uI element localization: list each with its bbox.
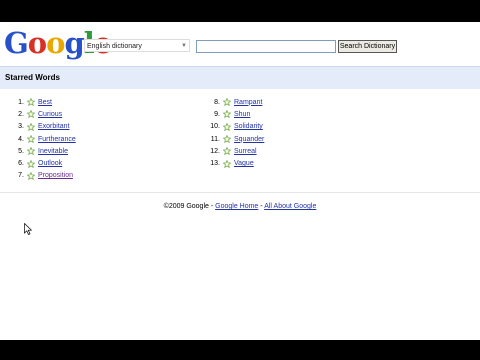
starred-word-item: 11. Squander [204, 133, 264, 145]
word-number: 5. [18, 147, 24, 155]
section-title: Starred Words [5, 73, 60, 82]
dictionary-language-select[interactable]: English dictionary ▼ [84, 39, 190, 52]
word-number: 7. [18, 172, 24, 180]
logo-letter: o [46, 26, 65, 60]
starred-word-item: 7. Proposition [8, 170, 76, 182]
star-icon[interactable] [223, 122, 231, 131]
word-number: 10. [210, 123, 220, 131]
star-icon[interactable] [27, 122, 35, 131]
chevron-down-icon: ▼ [181, 43, 187, 49]
star-icon[interactable] [223, 98, 231, 107]
search-input[interactable] [196, 40, 336, 53]
starred-word-item: 6. Outlook [8, 157, 76, 169]
starred-words-list-right: 8. Rampant 9. Shun 10. Solidarity 11. Squander 1… [204, 96, 264, 170]
starred-word-item: 4. Furtherance [8, 133, 76, 145]
search-dictionary-button[interactable]: Search Dictionary [338, 40, 397, 53]
star-icon[interactable] [223, 147, 231, 156]
copyright-text: ©2009 Google [163, 203, 209, 210]
star-icon[interactable] [27, 135, 35, 144]
word-link[interactable]: Furtherance [38, 136, 76, 143]
word-link[interactable]: Squander [234, 136, 264, 143]
starred-word-item: 12. Surreal [204, 145, 264, 157]
starred-word-item: 3. Exorbitant [8, 121, 76, 133]
google-home-link[interactable]: Google Home [215, 203, 258, 210]
word-link[interactable]: Surreal [234, 148, 257, 155]
dictionary-select-value: English dictionary [87, 43, 142, 50]
starred-word-item: 13. Vague [204, 157, 264, 169]
dictionary-page: Google English dictionary ▼ Search Dicti… [0, 22, 480, 340]
starred-word-item: 8. Rampant [204, 96, 264, 108]
starred-words-header: Starred Words [0, 66, 480, 89]
starred-word-item: 1. Best [8, 96, 76, 108]
word-number: 9. [214, 110, 220, 118]
star-icon[interactable] [27, 159, 35, 168]
logo-letter: o [27, 26, 47, 60]
star-icon[interactable] [27, 147, 35, 156]
word-link[interactable]: Best [38, 99, 52, 106]
footer: ©2009 Google - Google Home - All About G… [0, 203, 480, 210]
word-link[interactable]: Shun [234, 111, 250, 118]
star-icon[interactable] [223, 135, 231, 144]
star-icon[interactable] [223, 159, 231, 168]
word-number: 4. [18, 135, 24, 143]
mouse-pointer-icon [24, 223, 32, 235]
word-number: 3. [18, 123, 24, 131]
word-link[interactable]: Outlook [38, 160, 62, 167]
divider [0, 192, 480, 193]
about-google-link[interactable]: All About Google [264, 203, 316, 210]
word-link[interactable]: Vague [234, 160, 254, 167]
starred-word-item: 10. Solidarity [204, 121, 264, 133]
word-number: 6. [18, 160, 24, 168]
word-link[interactable]: Solidarity [234, 123, 263, 130]
starred-word-item: 5. Inevitable [8, 145, 76, 157]
logo-letter: g [64, 26, 84, 60]
starred-words-list-left: 1. Best 2. Curious 3. Exorbitant 4. Furtherance… [8, 96, 76, 182]
word-number: 11. [210, 135, 220, 143]
word-link[interactable]: Rampant [234, 99, 262, 106]
logo-letter: G [4, 26, 29, 60]
word-number: 1. [18, 98, 24, 106]
word-number: 2. [18, 110, 24, 118]
word-link[interactable]: Proposition [38, 172, 73, 179]
star-icon[interactable] [27, 98, 35, 107]
word-link[interactable]: Exorbitant [38, 123, 70, 130]
starred-word-item: 9. Shun [204, 108, 264, 120]
star-icon[interactable] [27, 110, 35, 119]
word-number: 8. [214, 98, 220, 106]
star-icon[interactable] [223, 110, 231, 119]
word-link[interactable]: Inevitable [38, 148, 68, 155]
starred-word-item: 2. Curious [8, 108, 76, 120]
word-number: 13. [210, 160, 220, 168]
word-number: 12. [210, 147, 220, 155]
word-link[interactable]: Curious [38, 111, 62, 118]
star-icon[interactable] [27, 171, 35, 180]
